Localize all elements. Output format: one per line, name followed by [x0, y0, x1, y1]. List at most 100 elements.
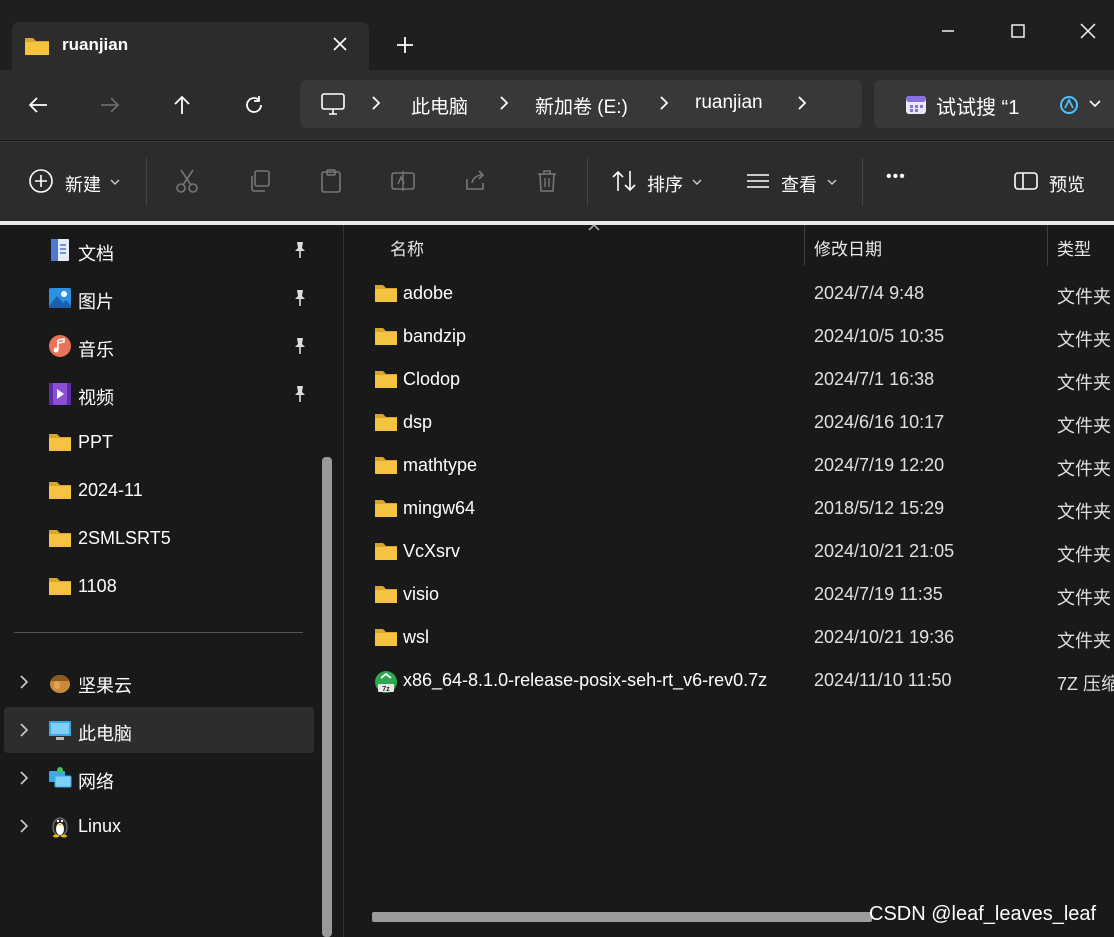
- view-button[interactable]: 查看: [781, 171, 817, 197]
- file-row[interactable]: wsl 2024/10/21 19:36 文件夹: [344, 616, 1114, 659]
- breadcrumb-drive-e[interactable]: 新加卷 (E:): [535, 92, 628, 119]
- search-box[interactable]: 试试搜 “1: [874, 80, 1114, 128]
- title-bar: ruanjian: [0, 0, 1114, 70]
- folder-icon: [49, 578, 71, 595]
- horizontal-scrollbar[interactable]: [372, 912, 872, 922]
- sidebar-scrollbar[interactable]: [322, 457, 332, 937]
- column-divider[interactable]: [1047, 225, 1048, 266]
- file-row[interactable]: adobe 2024/7/4 9:48 文件夹: [344, 272, 1114, 315]
- sidebar-item-nut-cloud[interactable]: 坚果云: [4, 659, 314, 705]
- column-header-date[interactable]: 修改日期: [814, 235, 882, 260]
- new-tab-button[interactable]: [390, 30, 420, 60]
- sidebar-item-folder[interactable]: 2SMLSRT5: [4, 515, 314, 561]
- folder-icon: [49, 482, 71, 499]
- file-date: 2024/7/19 11:35: [814, 584, 943, 604]
- file-type: 文件夹: [1057, 588, 1111, 608]
- document-icon: [51, 239, 69, 261]
- breadcrumb-this-pc[interactable]: 此电脑: [411, 92, 468, 119]
- folder-icon: [375, 457, 397, 474]
- sort-icon: [612, 170, 636, 192]
- cut-button[interactable]: [172, 166, 202, 196]
- up-button[interactable]: [164, 90, 200, 120]
- breadcrumb-ruanjian[interactable]: ruanjian: [695, 92, 763, 114]
- sidebar-item-videos[interactable]: 视频: [4, 371, 314, 417]
- file-row[interactable]: visio 2024/7/19 11:35 文件夹: [344, 573, 1114, 616]
- more-options-button[interactable]: •••: [886, 168, 906, 186]
- delete-button[interactable]: [532, 166, 562, 196]
- sidebar-item-label: Linux: [78, 816, 122, 836]
- sidebar-item-folder[interactable]: 1108: [4, 563, 314, 609]
- chevron-down-icon[interactable]: [109, 177, 121, 187]
- tab-ruanjian[interactable]: ruanjian: [12, 22, 369, 70]
- column-header-name[interactable]: 名称: [390, 235, 424, 260]
- new-button-icon[interactable]: [26, 166, 56, 196]
- column-divider[interactable]: [804, 225, 805, 266]
- paste-button[interactable]: [316, 166, 346, 196]
- sidebar-item-documents[interactable]: 文档: [4, 227, 314, 273]
- copy-button[interactable]: [244, 166, 274, 196]
- sidebar-item-folder[interactable]: 2024-11: [4, 467, 314, 513]
- file-row[interactable]: VcXsrv 2024/10/21 21:05 文件夹: [344, 530, 1114, 573]
- view-button-icon[interactable]: [743, 166, 773, 196]
- file-date: 2024/7/19 12:20: [814, 455, 945, 475]
- refresh-button[interactable]: [236, 90, 272, 120]
- network-icon: [49, 767, 72, 788]
- back-button[interactable]: [20, 90, 56, 120]
- chevron-right-icon[interactable]: [18, 721, 30, 739]
- share-button[interactable]: [460, 166, 490, 196]
- search-input[interactable]: 试试搜 “1: [936, 91, 1019, 120]
- minimize-icon: [942, 30, 954, 32]
- file-name: mathtype: [403, 455, 478, 475]
- tab-close-button[interactable]: [328, 32, 352, 56]
- sidebar-divider: [14, 632, 303, 633]
- chevron-down-icon[interactable]: [826, 177, 838, 187]
- maximize-button[interactable]: [998, 14, 1038, 48]
- chevron-down-icon[interactable]: [1088, 98, 1102, 110]
- forward-button[interactable]: [92, 90, 128, 120]
- sidebar-item-network[interactable]: 网络: [4, 755, 314, 801]
- sidebar-item-label: 2SMLSRT5: [78, 528, 171, 548]
- sidebar-item-this-pc[interactable]: 此电脑: [4, 707, 314, 753]
- file-row[interactable]: mathtype 2024/7/19 12:20 文件夹: [344, 444, 1114, 487]
- preview-button-icon[interactable]: [1011, 166, 1041, 196]
- file-row[interactable]: mingw64 2018/5/12 15:29 文件夹: [344, 487, 1114, 530]
- rename-button[interactable]: [388, 166, 418, 196]
- new-button[interactable]: 新建: [65, 171, 101, 197]
- sidebar-item-pictures[interactable]: 图片: [4, 275, 314, 321]
- file-type: 文件夹: [1057, 459, 1111, 479]
- arrow-up-icon: [174, 95, 190, 114]
- preview-pane-icon: [1014, 172, 1038, 190]
- minimize-button[interactable]: [928, 14, 968, 48]
- chevron-right-icon[interactable]: [18, 673, 30, 691]
- chevron-right-icon: [798, 96, 807, 110]
- close-window-button[interactable]: [1068, 14, 1108, 48]
- column-header-type[interactable]: 类型: [1057, 235, 1091, 260]
- file-row[interactable]: 7z x86_64-8.1.0-release-posix-seh-rt_v6-r…: [344, 659, 1114, 702]
- pin-icon[interactable]: [292, 241, 308, 259]
- chevron-down-icon[interactable]: [691, 177, 703, 187]
- folder-icon: [375, 543, 397, 560]
- maximize-icon: [1011, 24, 1025, 38]
- sidebar-item-folder[interactable]: PPT: [4, 419, 314, 465]
- sidebar-item-music[interactable]: 音乐: [4, 323, 314, 369]
- chevron-right-icon[interactable]: [18, 769, 30, 787]
- pin-icon[interactable]: [292, 289, 308, 307]
- address-bar[interactable]: 此电脑 新加卷 (E:) ruanjian: [300, 80, 862, 128]
- file-list: 名称 修改日期 类型 adobe 2024/7/4 9:48 文件夹 bandzip 2…: [344, 224, 1114, 937]
- computer-icon: [49, 721, 71, 740]
- preview-button[interactable]: 预览: [1049, 171, 1085, 197]
- file-type: 文件夹: [1057, 373, 1111, 393]
- chevron-right-icon: [500, 96, 509, 110]
- refresh-icon: [246, 96, 262, 113]
- sort-button[interactable]: 排序: [647, 171, 683, 197]
- file-row[interactable]: dsp 2024/6/16 10:17 文件夹: [344, 401, 1114, 444]
- file-row[interactable]: bandzip 2024/10/5 10:35 文件夹: [344, 315, 1114, 358]
- sidebar-item-linux[interactable]: Linux: [4, 803, 314, 849]
- pin-icon[interactable]: [292, 337, 308, 355]
- file-row[interactable]: Clodop 2024/7/1 16:38 文件夹: [344, 358, 1114, 401]
- file-type: 文件夹: [1057, 631, 1111, 651]
- chevron-right-icon[interactable]: [18, 817, 30, 835]
- sort-button-icon[interactable]: [609, 166, 639, 196]
- file-name: x86_64-8.1.0-release-posix-seh-rt_v6-rev…: [403, 670, 768, 690]
- pin-icon[interactable]: [292, 385, 308, 403]
